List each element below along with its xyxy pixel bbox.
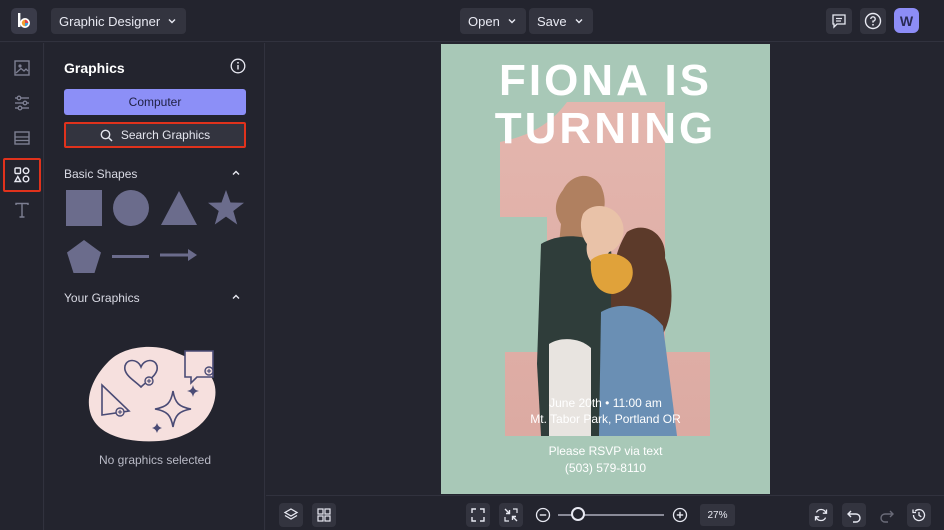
chevron-down-icon (508, 19, 516, 24)
search-icon (100, 129, 113, 142)
expand-icon (471, 508, 485, 522)
feedback-button[interactable] (826, 8, 852, 34)
computer-label: Computer (128, 95, 182, 109)
history-button[interactable] (907, 503, 931, 527)
empty-graphics-illustration (88, 346, 216, 442)
sliders-icon (15, 95, 29, 111)
rail-item-text[interactable] (3, 193, 41, 227)
poster-canvas[interactable]: FIONA IS TURNING June 20th • 11:00 am Mt… (441, 44, 770, 494)
chevron-up-icon[interactable] (230, 167, 242, 179)
rail-item-adjust[interactable] (3, 86, 41, 120)
layers-icon (283, 508, 299, 520)
open-label: Open (468, 13, 500, 29)
redo-icon (880, 510, 894, 523)
zoom-out-icon[interactable] (535, 507, 551, 523)
info-icon[interactable] (230, 58, 246, 74)
undo-icon (847, 510, 861, 523)
computer-upload-button[interactable]: Computer (64, 89, 246, 115)
chevron-down-icon (575, 19, 583, 24)
line-shape[interactable] (112, 251, 150, 261)
pentagon-shape[interactable] (66, 239, 102, 274)
refresh-icon (814, 508, 828, 522)
circle-shape[interactable] (112, 190, 150, 226)
app-switcher-button[interactable]: Graphic Designer (51, 8, 187, 34)
open-button[interactable]: Open (460, 8, 526, 34)
user-avatar[interactable]: W (894, 8, 919, 33)
search-graphics-button[interactable]: Search Graphics (64, 122, 246, 148)
rail-item-graphics[interactable] (3, 158, 41, 192)
app-logo[interactable] (11, 8, 37, 34)
basic-shapes-header[interactable]: Basic Shapes (64, 167, 137, 181)
save-label: Save (537, 13, 567, 29)
rail-item-image[interactable] (3, 51, 41, 85)
shrink-button[interactable] (499, 503, 523, 527)
zoom-slider-thumb[interactable] (571, 507, 586, 521)
bottom-bar: 27% (266, 495, 944, 530)
rail-item-layout[interactable] (3, 121, 41, 155)
zoom-in-icon[interactable] (672, 507, 688, 523)
image-icon (14, 60, 30, 76)
help-icon (864, 12, 882, 30)
panel-title: Graphics (64, 60, 125, 76)
graphics-icon (13, 167, 30, 183)
arrow-shape[interactable] (160, 248, 198, 262)
sync-button[interactable] (809, 503, 833, 527)
top-bar: Graphic Designer Open Save W (0, 0, 944, 42)
layers-button[interactable] (279, 503, 303, 527)
chevron-down-icon (168, 19, 176, 24)
layout-icon (14, 131, 30, 145)
poster-title-line2[interactable]: TURNING (441, 106, 770, 152)
your-graphics-header[interactable]: Your Graphics (64, 291, 140, 305)
history-icon (912, 508, 926, 522)
poster-date[interactable]: June 20th • 11:00 am (441, 396, 770, 410)
graphics-panel: Graphics Computer Search Graphics Basic … (45, 43, 265, 530)
square-shape[interactable] (66, 190, 102, 226)
text-icon (15, 202, 29, 218)
fit-to-screen-button[interactable] (466, 503, 490, 527)
zoom-percentage[interactable]: 27% (700, 504, 735, 526)
poster-rsvp[interactable]: Please RSVP via text (441, 444, 770, 458)
app-name-label: Graphic Designer (59, 13, 161, 29)
poster-title-line1[interactable]: FIONA IS (441, 58, 770, 104)
avatar-initial: W (899, 12, 914, 29)
redo-button[interactable] (875, 503, 899, 527)
save-button[interactable]: Save (529, 8, 593, 34)
search-graphics-label: Search Graphics (120, 128, 211, 142)
tool-rail (0, 43, 44, 530)
logo-icon (18, 13, 30, 28)
poster-location[interactable]: Mt. Tabor Park, Portland OR (441, 412, 770, 426)
shrink-icon (504, 508, 518, 522)
grid-view-button[interactable] (312, 503, 336, 527)
chevron-up-icon[interactable] (230, 291, 242, 303)
empty-graphics-text: No graphics selected (98, 453, 212, 467)
help-button[interactable] (860, 8, 886, 34)
chat-icon (832, 14, 846, 29)
grid-icon (317, 508, 331, 522)
undo-button[interactable] (842, 503, 866, 527)
triangle-shape[interactable] (160, 190, 198, 226)
poster-phone[interactable]: (503) 579-8110 (441, 461, 770, 475)
star-shape[interactable] (207, 189, 245, 226)
